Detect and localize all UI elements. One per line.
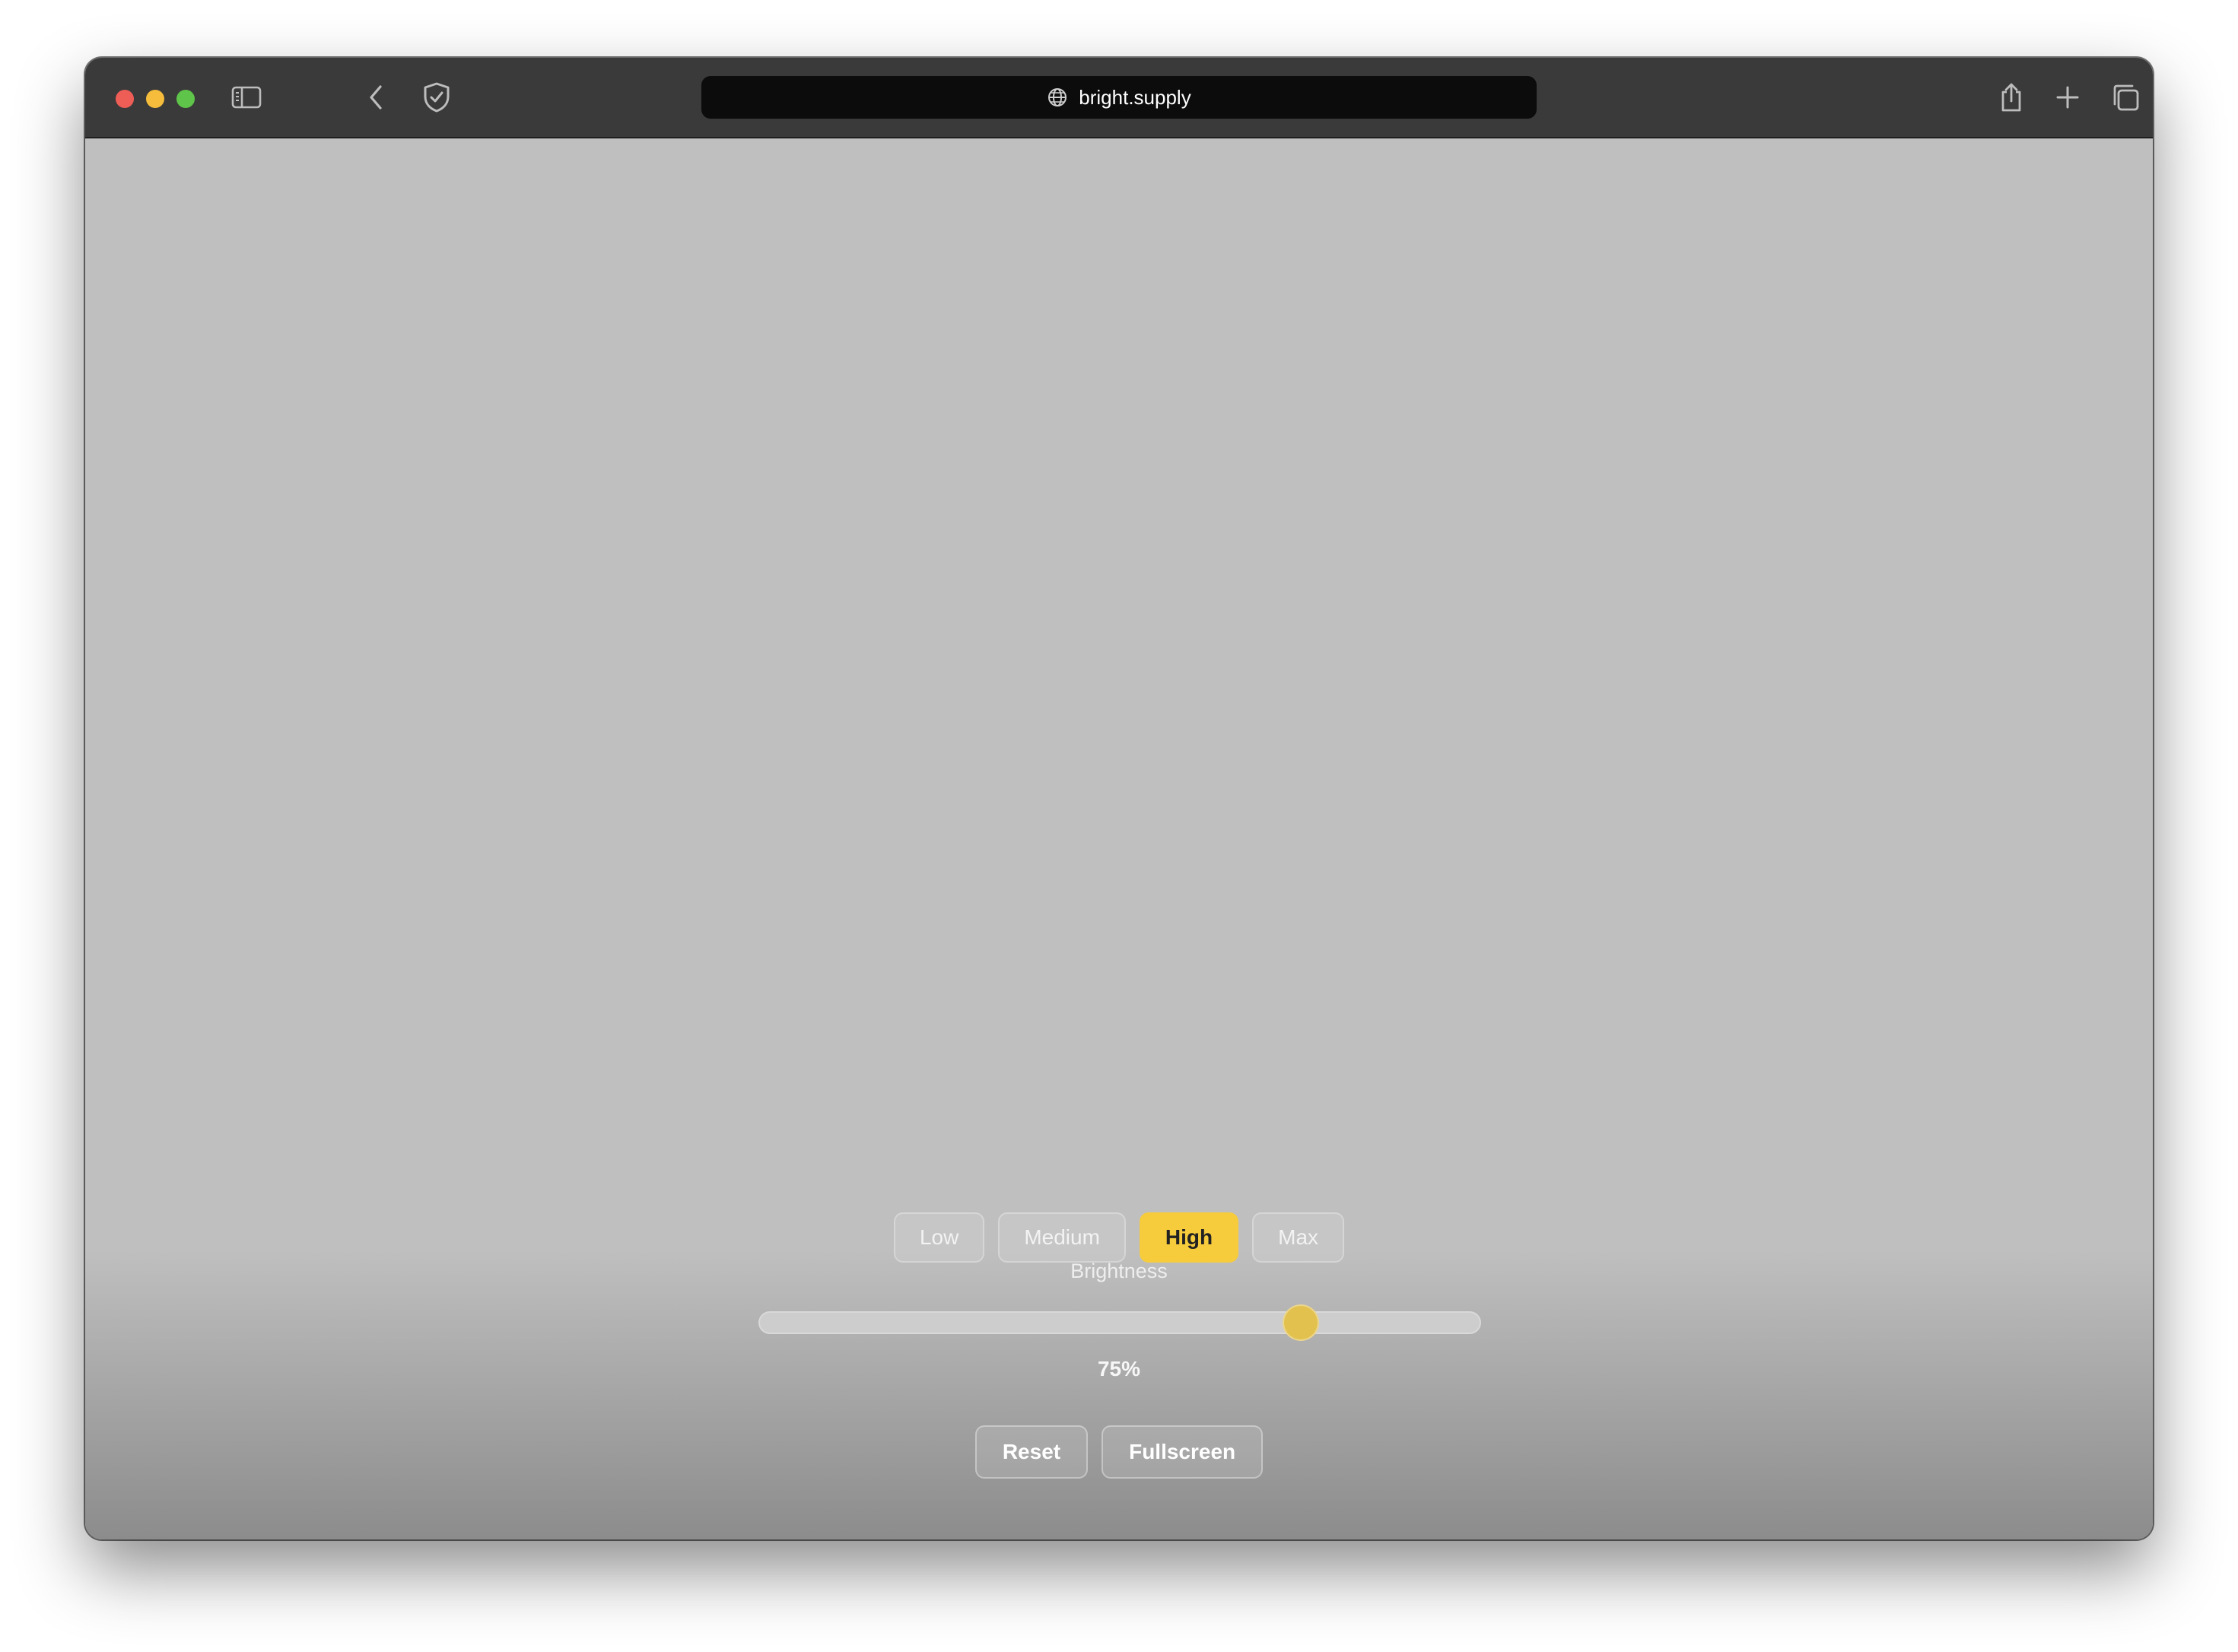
close-window-button[interactable] — [116, 90, 134, 108]
tab-overview-icon[interactable] — [2109, 81, 2142, 114]
zoom-window-button[interactable] — [176, 90, 195, 108]
slider-track[interactable] — [758, 1311, 1481, 1334]
preset-group: Low Medium High Max — [85, 1212, 2153, 1263]
controls-gradient — [85, 1250, 2153, 1539]
url-text: bright.supply — [1079, 85, 1191, 109]
slider-thumb[interactable] — [1282, 1304, 1319, 1341]
shield-check-icon[interactable] — [420, 81, 453, 114]
browser-window: bright.supply Low Medium High Max Bright… — [85, 58, 2153, 1539]
chevron-left-icon[interactable] — [361, 82, 391, 113]
sidebar-icon[interactable] — [230, 84, 263, 111]
preset-medium-button[interactable]: Medium — [998, 1212, 1126, 1263]
brightness-label: Brightness — [1070, 1260, 1168, 1282]
globe-icon — [1047, 87, 1068, 108]
preset-max-button[interactable]: Max — [1252, 1212, 1345, 1263]
fullscreen-button[interactable]: Fullscreen — [1102, 1425, 1264, 1479]
brightness-slider[interactable] — [758, 1304, 1481, 1341]
address-bar[interactable]: bright.supply — [701, 76, 1537, 119]
browser-toolbar: bright.supply — [85, 58, 2153, 138]
share-icon[interactable] — [1995, 79, 2028, 116]
reset-button[interactable]: Reset — [974, 1425, 1089, 1479]
preset-low-button[interactable]: Low — [893, 1212, 985, 1263]
action-group: Reset Fullscreen — [85, 1425, 2153, 1479]
minimize-window-button[interactable] — [146, 90, 164, 108]
preset-high-button[interactable]: High — [1139, 1212, 1239, 1263]
plus-icon[interactable] — [2052, 82, 2083, 113]
brightness-percent: 75% — [1097, 1357, 1141, 1380]
